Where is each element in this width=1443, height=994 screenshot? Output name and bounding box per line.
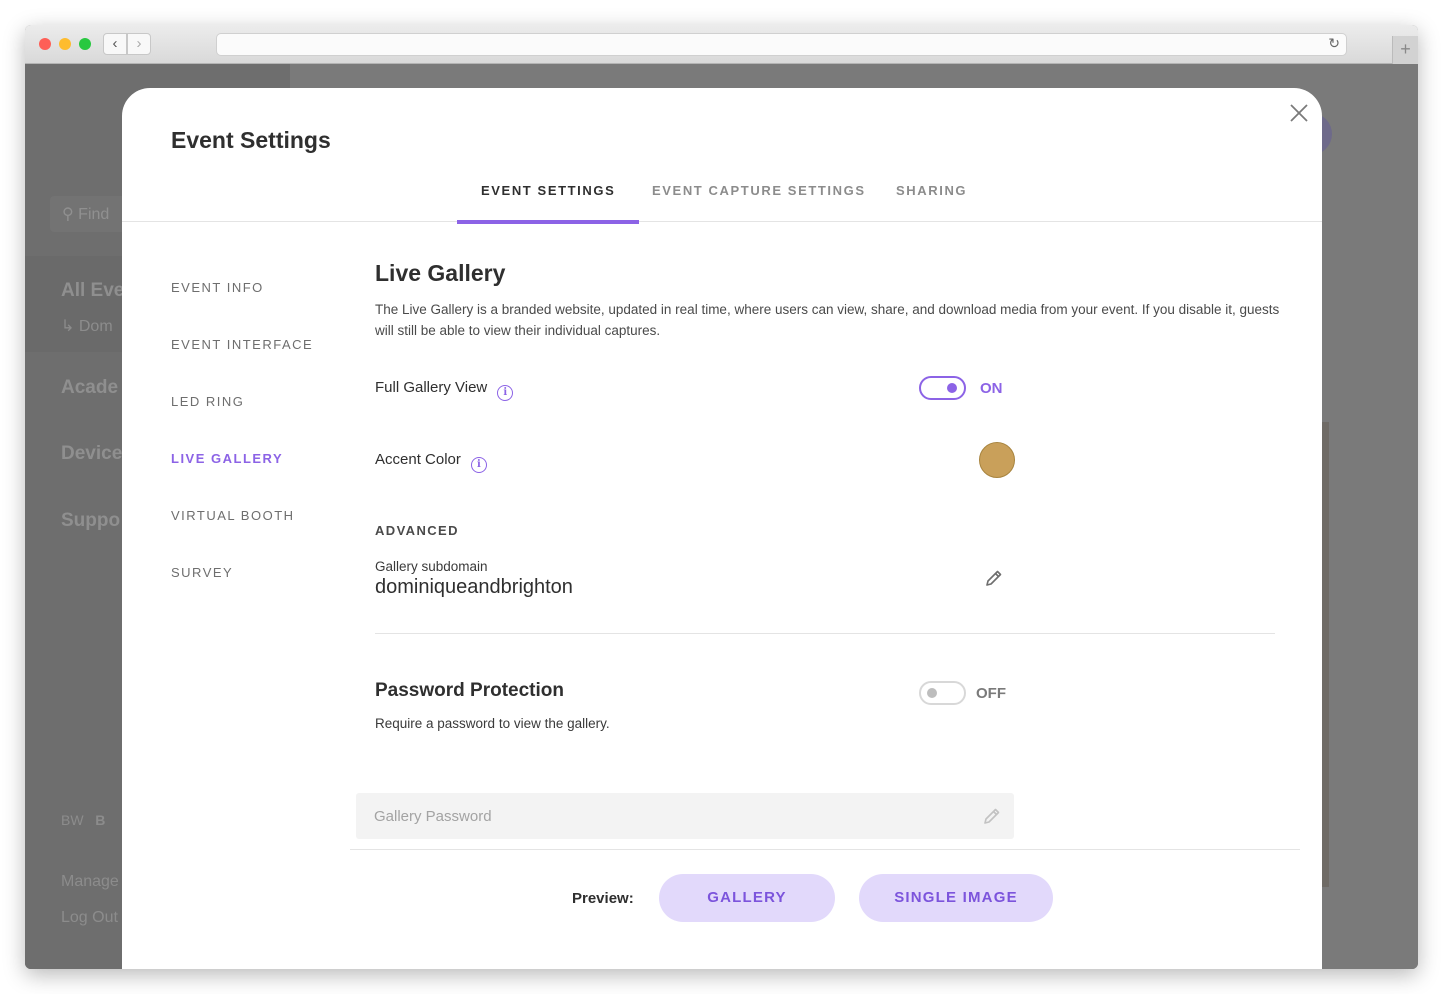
tab-bar: EVENT SETTINGS EVENT CAPTURE SETTINGS SH… xyxy=(122,180,1322,224)
background-avatar-name: B xyxy=(95,812,106,828)
close-icon[interactable] xyxy=(1288,102,1310,124)
maximize-window-button[interactable] xyxy=(79,38,91,50)
side-nav-event-interface[interactable]: EVENT INTERFACE xyxy=(171,337,313,352)
edit-pencil-icon[interactable] xyxy=(984,568,1004,588)
info-icon[interactable]: i xyxy=(470,457,487,473)
background-nav-item: Acade xyxy=(61,377,119,398)
page-viewport: ⚲ Find All Eve ↳ Dom Acade Device Suppo … xyxy=(25,64,1418,969)
tab-sharing[interactable]: SHARING xyxy=(872,180,991,222)
side-nav-live-gallery[interactable]: LIVE GALLERY xyxy=(171,451,283,466)
full-gallery-label: Full Gallery View xyxy=(375,379,488,396)
password-toggle[interactable] xyxy=(919,681,966,705)
background-search-text: Find xyxy=(78,206,110,223)
tab-event-settings[interactable]: EVENT SETTINGS xyxy=(457,180,640,224)
edit-pencil-icon[interactable] xyxy=(982,806,1002,826)
password-state: OFF xyxy=(976,685,1006,702)
preview-single-image-button[interactable]: SINGLE IMAGE xyxy=(859,874,1053,922)
full-gallery-state: ON xyxy=(980,380,1003,397)
background-nav-item: All Eve xyxy=(61,280,125,301)
tab-event-capture-settings[interactable]: EVENT CAPTURE SETTINGS xyxy=(628,180,890,222)
background-nav-item: Device xyxy=(61,443,123,464)
gallery-password-input[interactable] xyxy=(356,793,956,839)
password-protection-heading: Password Protection xyxy=(375,680,564,701)
modal-title: Event Settings xyxy=(171,127,331,153)
gallery-password-field xyxy=(356,793,1014,839)
side-nav-virtual-booth[interactable]: VIRTUAL BOOTH xyxy=(171,508,295,523)
toggle-knob xyxy=(947,383,957,393)
reload-icon[interactable]: ↻ xyxy=(1328,35,1340,52)
event-settings-modal: Event Settings EVENT SETTINGS EVENT CAPT… xyxy=(122,88,1322,969)
subdomain-label: Gallery subdomain xyxy=(375,559,488,574)
side-nav-event-info[interactable]: EVENT INFO xyxy=(171,280,264,295)
background-nav-item: Suppo xyxy=(61,510,121,531)
background-manage: Manage xyxy=(61,873,119,890)
side-nav-led-ring[interactable]: LED RING xyxy=(171,394,244,409)
background-avatar-initials: BW xyxy=(61,812,84,828)
accent-color-label: Accent Color xyxy=(375,451,461,468)
background-avatar: BW B xyxy=(61,812,105,828)
browser-titlebar: ‹ › ↻ + xyxy=(25,25,1418,64)
address-bar[interactable]: ↻ xyxy=(216,33,1347,56)
info-icon[interactable]: i xyxy=(497,385,514,401)
forward-button[interactable]: › xyxy=(127,33,151,55)
new-tab-button[interactable]: + xyxy=(1392,36,1418,64)
live-gallery-description: The Live Gallery is a branded website, u… xyxy=(375,302,1280,338)
section-divider xyxy=(375,633,1275,634)
subdomain-value: dominiqueandbrighton xyxy=(375,576,573,598)
close-window-button[interactable] xyxy=(39,38,51,50)
background-sub-item: ↳ Dom xyxy=(61,318,113,335)
accent-color-row: Accent Color i xyxy=(375,451,487,473)
background-logout: Log Out xyxy=(61,909,118,926)
advanced-heading: ADVANCED xyxy=(375,523,459,538)
live-gallery-heading: Live Gallery xyxy=(375,260,506,286)
browser-window: ‹ › ↻ + ⚲ Find All Eve ↳ Dom Acade Devic… xyxy=(25,25,1418,969)
full-gallery-row: Full Gallery View i xyxy=(375,379,514,401)
password-protection-description: Require a password to view the gallery. xyxy=(375,716,610,731)
toggle-knob xyxy=(927,688,937,698)
back-button[interactable]: ‹ xyxy=(103,33,127,55)
minimize-window-button[interactable] xyxy=(59,38,71,50)
side-nav-survey[interactable]: SURVEY xyxy=(171,565,233,580)
preview-label: Preview: xyxy=(572,890,634,907)
footer-divider xyxy=(350,849,1300,850)
full-gallery-toggle[interactable] xyxy=(919,376,966,400)
preview-gallery-button[interactable]: GALLERY xyxy=(659,874,835,922)
background-sub-item-text: Dom xyxy=(78,318,113,335)
accent-color-swatch[interactable] xyxy=(979,442,1015,478)
